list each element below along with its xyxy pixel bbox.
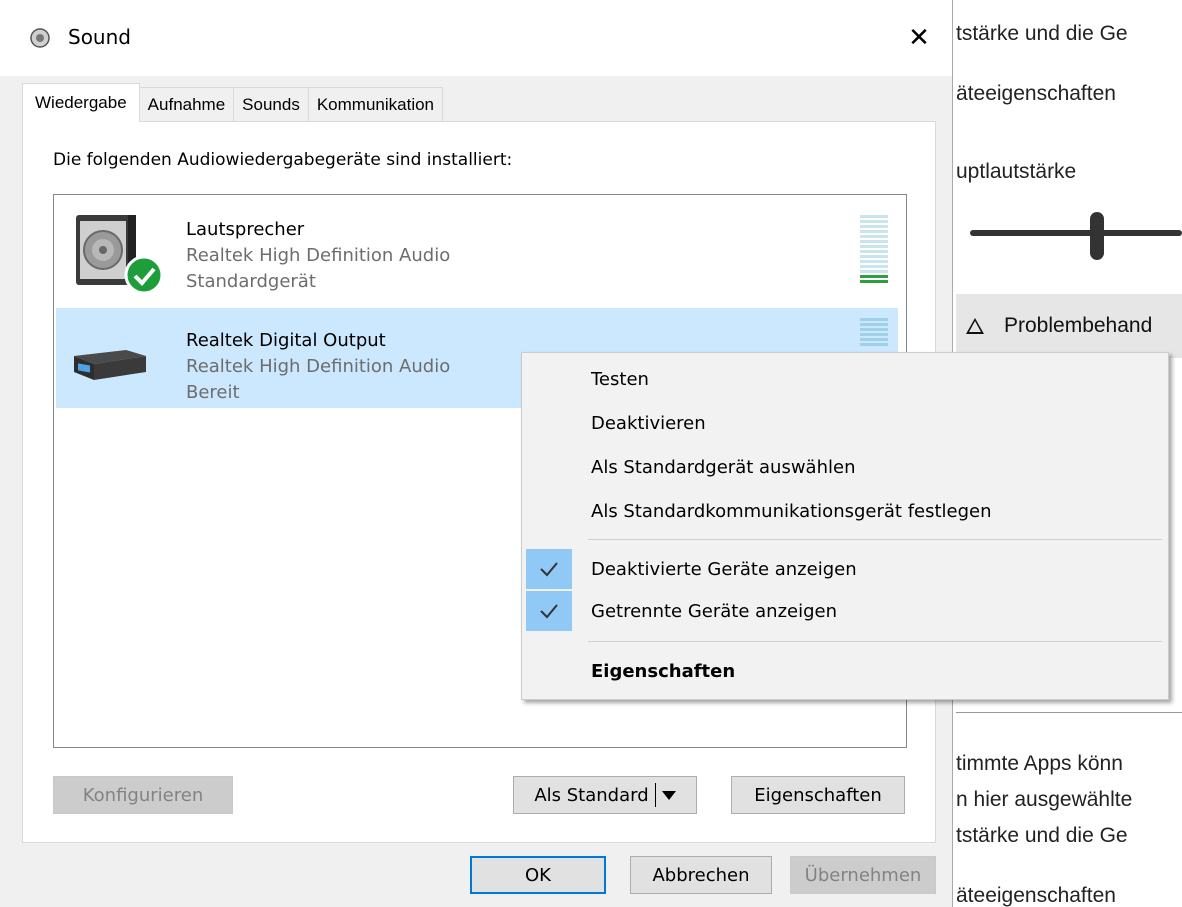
menu-item-label: Als Standardkommunikationsgerät festlege… [591, 501, 992, 522]
checkmark-icon [526, 549, 572, 589]
tab-sounds[interactable]: Sounds [233, 87, 309, 122]
dropdown-arrow-icon[interactable] [661, 790, 676, 800]
cancel-button[interactable]: Abbrechen [630, 856, 772, 894]
menu-separator [588, 641, 1162, 642]
menu-item-deaktivieren[interactable]: Deaktivieren [526, 403, 1164, 443]
bg-link-device-properties[interactable]: äteeigenschaften [956, 884, 1116, 907]
default-check-icon [124, 255, 164, 295]
menu-separator [588, 539, 1162, 540]
device-status: Bereit [186, 382, 240, 403]
device-name: Lautsprecher [186, 219, 305, 240]
device-status: Standardgerät [186, 271, 316, 292]
volume-meter [860, 215, 888, 293]
menu-item-properties[interactable]: Eigenschaften [526, 651, 1164, 691]
tab-kommunikation[interactable]: Kommunikation [307, 87, 444, 122]
context-menu: Testen Deaktivieren Als Standardgerät au… [521, 352, 1169, 700]
close-button[interactable]: ✕ [896, 18, 942, 58]
bg-master-volume-heading: uptlautstärke [956, 160, 1077, 183]
menu-item-show-disabled[interactable]: Deaktivierte Geräte anzeigen [526, 549, 1164, 589]
menu-item-show-disconnected[interactable]: Getrennte Geräte anzeigen [526, 591, 1164, 631]
menu-item-label: Testen [591, 369, 649, 390]
bg-text-line: timmte Apps könn [956, 752, 1123, 775]
tab-strip: Wiedergabe Aufnahme Sounds Kommunikation [22, 83, 444, 122]
bg-link-device-properties[interactable]: äteeigenschaften [956, 82, 1116, 106]
apply-button[interactable]: Übernehmen [790, 856, 936, 894]
menu-item-label: Als Standardgerät auswählen [591, 457, 856, 478]
menu-item-set-default[interactable]: Als Standardgerät auswählen [526, 447, 1164, 487]
device-description: Realtek High Definition Audio [186, 245, 451, 266]
bg-volume-slider-thumb[interactable] [1090, 212, 1104, 260]
list-heading: Die folgenden Audiowiedergabegeräte sind… [53, 150, 513, 170]
window-title: Sound [68, 25, 131, 49]
set-default-label: Als Standard [534, 784, 649, 806]
sound-app-icon [30, 28, 50, 48]
tab-aufnahme[interactable]: Aufnahme [138, 87, 235, 122]
checkmark-icon [526, 591, 572, 631]
bg-text-line: n hier ausgewählte [956, 788, 1133, 811]
ok-button[interactable]: OK [470, 856, 606, 894]
close-icon: ✕ [908, 23, 930, 53]
menu-item-label: Eigenschaften [591, 661, 736, 682]
bg-text-line: tstärke und die Ge [956, 22, 1128, 45]
properties-button[interactable]: Eigenschaften [731, 776, 905, 814]
device-name: Realtek Digital Output [186, 330, 386, 351]
menu-item-label: Deaktivierte Geräte anzeigen [591, 559, 857, 580]
menu-item-set-default-communication[interactable]: Als Standardkommunikationsgerät festlege… [526, 491, 1164, 531]
title-bar[interactable]: Sound ✕ [0, 0, 952, 76]
bg-volume-slider-track[interactable] [970, 230, 1182, 236]
bg-troubleshoot-label: Problembehand [1004, 314, 1153, 337]
bg-divider [956, 712, 1182, 713]
list-item[interactable]: Lautsprecher Realtek High Definition Aud… [56, 197, 898, 297]
menu-item-testen[interactable]: Testen [526, 359, 1164, 399]
tab-wiedergabe[interactable]: Wiedergabe [22, 83, 140, 122]
set-default-split-button[interactable]: Als Standard [513, 776, 697, 814]
menu-item-label: Deaktivieren [591, 413, 706, 434]
bg-troubleshoot-button[interactable]: Problembehand [956, 294, 1182, 358]
bg-text-line: tstärke und die Ge [956, 824, 1128, 847]
digital-output-icon [74, 350, 146, 380]
device-description: Realtek High Definition Audio [186, 356, 451, 377]
menu-item-label: Getrennte Geräte anzeigen [591, 601, 838, 622]
warning-icon [966, 318, 984, 334]
configure-button[interactable]: Konfigurieren [53, 776, 233, 814]
